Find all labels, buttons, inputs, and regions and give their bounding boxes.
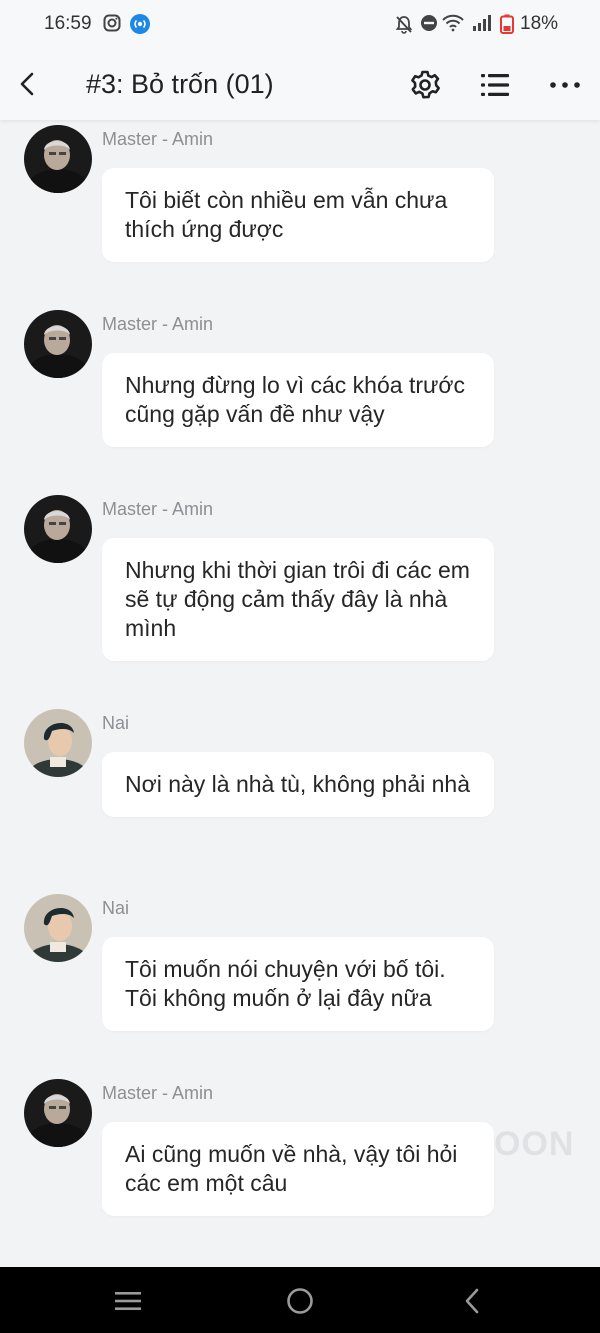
settings-gear-icon[interactable]	[409, 69, 441, 101]
chapter-list-icon[interactable]	[479, 69, 511, 101]
watermark: OON	[494, 1125, 575, 1163]
elder-avatar-icon	[24, 310, 92, 378]
avatar[interactable]	[24, 709, 92, 777]
avatar[interactable]	[24, 894, 92, 962]
sender-name: Nai	[102, 713, 130, 733]
hotspot-app-icon	[130, 14, 150, 34]
young-avatar-icon	[24, 709, 92, 777]
avatar[interactable]	[24, 495, 92, 563]
sender-name: Nai	[102, 898, 130, 918]
status-time: 16:59	[44, 13, 92, 34]
battery-percent: 18%	[520, 13, 559, 34]
sender-name: Master - Amin	[102, 129, 214, 149]
back-arrow-icon[interactable]	[14, 70, 42, 98]
wifi-icon	[442, 14, 464, 32]
message-bubble: Nơi này là nhà tù, không phải nhà	[102, 752, 494, 817]
elder-avatar-icon	[24, 495, 92, 563]
message-bubble: Nhưng khi thời gian trôi đi các em sẽ tự…	[102, 538, 494, 661]
message-bubble: Tôi biết còn nhiều em vẫn chưa thích ứng…	[102, 168, 494, 262]
signal-icon	[473, 15, 491, 31]
sender-name: Master - Amin	[102, 314, 214, 334]
elder-avatar-icon	[24, 125, 92, 193]
recent-apps-icon[interactable]	[113, 1286, 143, 1316]
chapter-header: #3: Bỏ trốn (01)	[0, 50, 600, 120]
chapter-title: #3: Bỏ trốn (01)	[86, 69, 274, 99]
message-bubble: Ai cũng muốn về nhà, vậy tôi hỏi các em …	[102, 1122, 494, 1216]
avatar[interactable]	[24, 310, 92, 378]
message-bubble: Nhưng đừng lo vì các khóa trước cũng gặp…	[102, 353, 494, 447]
avatar[interactable]	[24, 1079, 92, 1147]
avatar[interactable]	[24, 125, 92, 193]
sender-name: Master - Amin	[102, 499, 214, 519]
system-navigation-bar	[0, 1267, 600, 1333]
back-nav-icon[interactable]	[458, 1286, 488, 1316]
message-bubble: Tôi muốn nói chuyện với bố tôi. Tôi khôn…	[102, 937, 494, 1031]
young-avatar-icon	[24, 894, 92, 962]
notifications-off-icon	[395, 16, 413, 34]
more-options-icon[interactable]	[549, 73, 581, 97]
home-icon[interactable]	[285, 1286, 315, 1316]
elder-avatar-icon	[24, 1079, 92, 1147]
status-bar: 16:59 18%	[0, 0, 600, 50]
do-not-disturb-icon	[421, 15, 437, 31]
instagram-icon	[103, 14, 121, 32]
battery-icon	[500, 14, 514, 34]
sender-name: Master - Amin	[102, 1083, 214, 1103]
